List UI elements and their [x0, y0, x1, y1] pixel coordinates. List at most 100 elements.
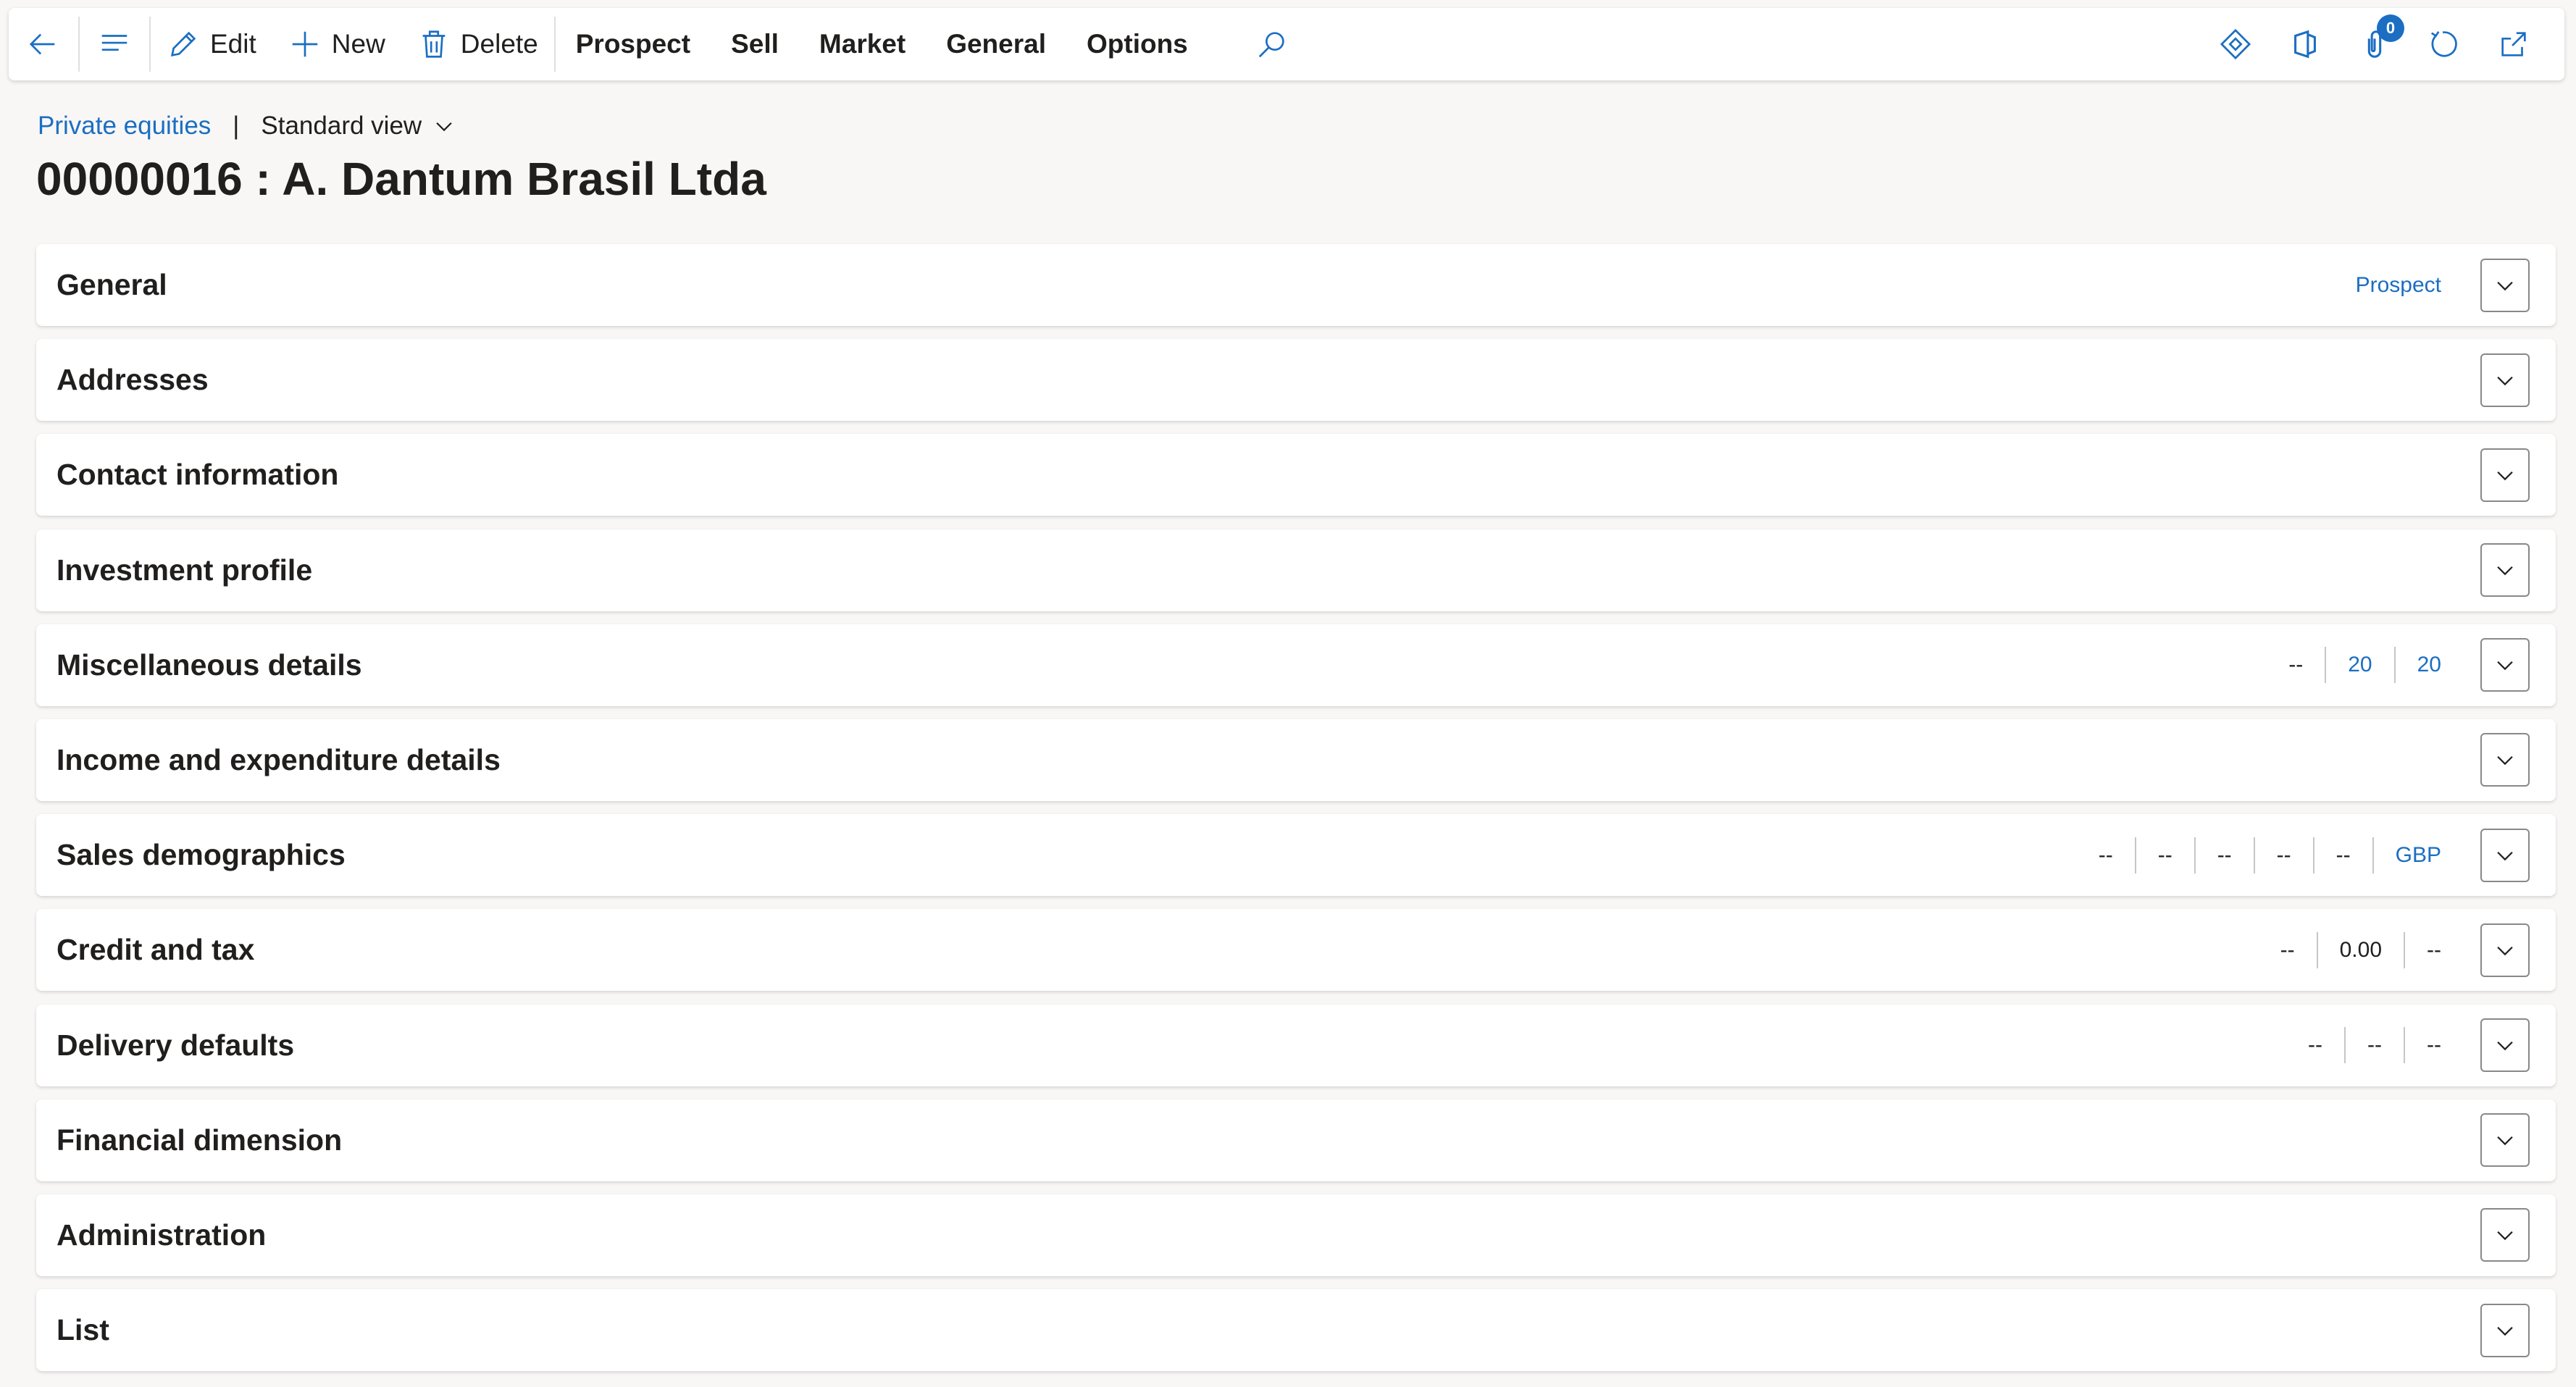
- chevron-down-icon: [2497, 661, 2513, 671]
- search-icon: [1258, 32, 1284, 58]
- fasttab-contact-information[interactable]: Contact information: [36, 434, 2556, 516]
- expand-button[interactable]: [2480, 448, 2530, 502]
- fasttab-addresses[interactable]: Addresses: [36, 339, 2556, 422]
- expand-button[interactable]: [2480, 1113, 2530, 1168]
- edit-label: Edit: [210, 29, 256, 59]
- office-button[interactable]: [2270, 8, 2340, 80]
- expand-button[interactable]: [2480, 353, 2530, 407]
- expand-button[interactable]: [2480, 1208, 2530, 1262]
- new-label: New: [331, 29, 385, 59]
- fasttab-summary: -- 0.00 --: [2259, 929, 2441, 972]
- action-pane-right-group: 0: [2201, 8, 2564, 80]
- fasttab-miscellaneous-details[interactable]: Miscellaneous details -- 20 20: [36, 624, 2556, 706]
- refresh-icon: [2431, 31, 2457, 57]
- summary-value: --: [2098, 842, 2113, 867]
- summary-value: --: [2308, 1033, 2323, 1057]
- edit-button[interactable]: Edit: [151, 8, 272, 80]
- fasttab-summary: Prospect: [2334, 264, 2441, 307]
- plus-icon: [292, 31, 318, 57]
- tab-market[interactable]: Market: [799, 8, 926, 80]
- back-button[interactable]: [9, 8, 78, 80]
- summary-value: --: [2404, 931, 2441, 968]
- refresh-button[interactable]: [2409, 8, 2479, 80]
- fasttab-income-and-expenditure-details[interactable]: Income and expenditure details: [36, 718, 2556, 801]
- chevron-down-icon: [2497, 376, 2513, 385]
- attachments-count-badge: 0: [2377, 14, 2404, 42]
- fasttab-credit-and-tax[interactable]: Credit and tax -- 0.00 --: [36, 909, 2556, 992]
- search-button[interactable]: [1237, 8, 1307, 80]
- fasttab-summary: -- -- --: [2286, 1023, 2441, 1067]
- attachments-badge-wrap: 0: [2358, 14, 2404, 61]
- action-pane: Edit New Delete Prospect Sell Market Gen…: [9, 8, 2564, 80]
- summary-value: --: [2404, 1027, 2441, 1063]
- fasttab-title: Contact information: [57, 458, 339, 492]
- fasttab-administration[interactable]: Administration: [36, 1194, 2556, 1276]
- expand-button[interactable]: [2480, 258, 2530, 312]
- expand-button[interactable]: [2480, 828, 2530, 882]
- chevron-down-icon: [2497, 851, 2513, 860]
- diamond-icon: [2220, 28, 2251, 60]
- fasttab-title: List: [57, 1313, 109, 1347]
- summary-link[interactable]: 20: [2393, 647, 2441, 684]
- chevron-down-icon: [2497, 756, 2513, 766]
- fasttab-list[interactable]: List: [36, 1289, 2556, 1372]
- fasttab-title: Credit and tax: [57, 933, 255, 967]
- breadcrumb-divider: |: [233, 112, 240, 140]
- summary-value: --: [2253, 837, 2313, 873]
- fasttab-financial-dimension[interactable]: Financial dimension: [36, 1099, 2556, 1181]
- hamburger-icon: [101, 35, 127, 51]
- fasttab-title: Financial dimension: [57, 1123, 343, 1157]
- tab-sell[interactable]: Sell: [711, 8, 799, 80]
- chevron-down-icon: [2497, 1041, 2513, 1051]
- new-button[interactable]: New: [272, 8, 401, 80]
- chevron-down-icon: [2497, 1136, 2513, 1146]
- expand-button[interactable]: [2480, 638, 2530, 692]
- view-selector[interactable]: Standard view: [261, 112, 456, 141]
- chevron-down-icon: [436, 122, 452, 132]
- expand-button[interactable]: [2480, 733, 2530, 787]
- summary-value: --: [2288, 653, 2304, 677]
- expand-button[interactable]: [2480, 543, 2530, 598]
- fasttab-list: General Prospect Addresses Contact informat…: [36, 244, 2556, 1384]
- tab-general[interactable]: General: [926, 8, 1066, 80]
- attachments-button[interactable]: 0: [2340, 8, 2409, 80]
- menu-button[interactable]: [80, 8, 149, 80]
- fasttab-summary: -- 20 20: [2267, 643, 2441, 687]
- fasttab-general[interactable]: General Prospect: [36, 244, 2556, 326]
- chevron-down-icon: [2497, 471, 2513, 481]
- summary-value: --: [2194, 837, 2254, 873]
- fasttab-title: Sales demographics: [57, 838, 346, 872]
- expand-button[interactable]: [2480, 1303, 2530, 1357]
- fasttab-title: Income and expenditure details: [57, 742, 501, 776]
- fasttab-delivery-defaults[interactable]: Delivery defaults -- -- --: [36, 1004, 2556, 1086]
- fasttab-title: Administration: [57, 1218, 267, 1252]
- pencil-icon: [170, 31, 196, 57]
- fasttab-title: Delivery defaults: [57, 1028, 295, 1062]
- fasttab-summary: -- -- -- -- -- GBP: [2077, 834, 2441, 877]
- delete-button[interactable]: Delete: [401, 8, 554, 80]
- page-title: 00000016 : A. Dantum Brasil Ltda: [36, 153, 766, 205]
- summary-link[interactable]: Prospect: [2334, 267, 2441, 303]
- expand-button[interactable]: [2480, 923, 2530, 977]
- summary-value: 0.00: [2316, 931, 2404, 968]
- summary-link[interactable]: GBP: [2372, 837, 2441, 873]
- trash-icon: [422, 30, 446, 58]
- open-new-window-button[interactable]: [2479, 8, 2548, 80]
- fasttab-sales-demographics[interactable]: Sales demographics -- -- -- -- -- GBP: [36, 814, 2556, 897]
- view-selector-label: Standard view: [261, 112, 422, 140]
- pop-out-icon: [2501, 32, 2526, 56]
- chevron-down-icon: [2497, 1326, 2513, 1336]
- chevron-down-icon: [2497, 281, 2513, 290]
- summary-value: --: [2134, 837, 2194, 873]
- tab-options[interactable]: Options: [1066, 8, 1208, 80]
- expand-button[interactable]: [2480, 1018, 2530, 1072]
- back-arrow-icon: [29, 33, 55, 55]
- tab-prospect[interactable]: Prospect: [556, 8, 711, 80]
- fasttab-title: General: [57, 268, 167, 301]
- power-apps-button[interactable]: [2201, 8, 2270, 80]
- delete-label: Delete: [460, 29, 538, 59]
- fasttab-title: Addresses: [57, 363, 209, 397]
- summary-link[interactable]: 20: [2325, 647, 2393, 684]
- fasttab-investment-profile[interactable]: Investment profile: [36, 529, 2556, 611]
- breadcrumb-link-private-equities[interactable]: Private equities: [38, 112, 211, 141]
